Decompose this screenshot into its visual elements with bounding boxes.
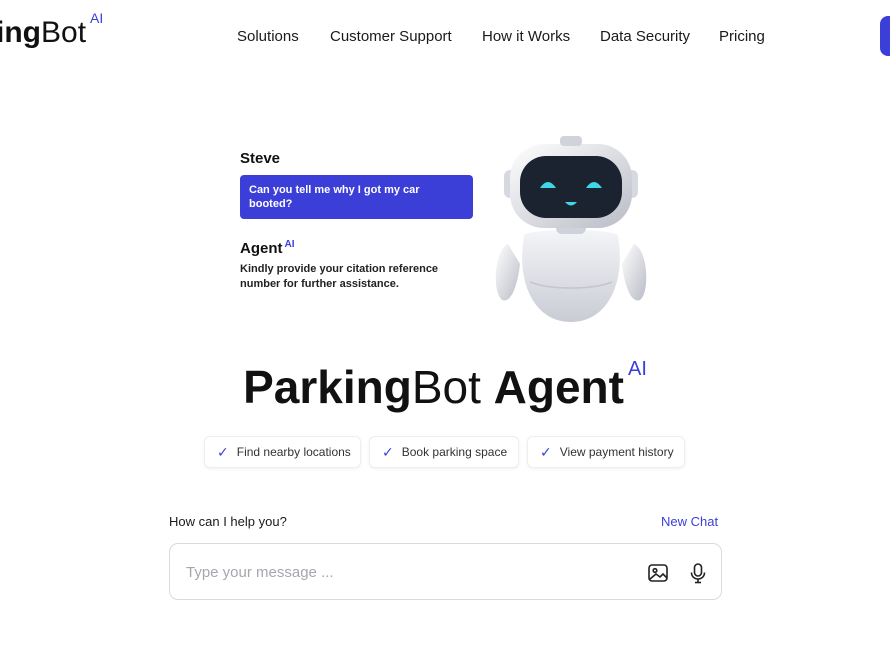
- site-header: ingBot AI Solutions Customer Support How …: [0, 0, 890, 74]
- nav-data-security[interactable]: Data Security: [600, 28, 690, 45]
- nav-pricing[interactable]: Pricing: [719, 28, 765, 45]
- hero-title: ParkingBot Agent AI: [0, 357, 890, 414]
- image-icon[interactable]: [646, 561, 670, 585]
- nav-customer-support[interactable]: Customer Support: [330, 28, 452, 45]
- message-input[interactable]: [186, 558, 626, 586]
- check-icon: ✓: [382, 443, 394, 460]
- agent-name-label: Agent: [240, 240, 283, 257]
- chat-preview: Steve Can you tell me why I got my car b…: [240, 150, 480, 292]
- header-cta-button[interactable]: [880, 16, 890, 56]
- logo-ai-badge: AI: [90, 10, 104, 26]
- nav-solutions[interactable]: Solutions: [237, 28, 299, 45]
- agent-ai-badge: AI: [284, 239, 295, 250]
- check-icon: ✓: [217, 443, 229, 460]
- feature-chip-label: View payment history: [559, 445, 674, 459]
- feature-chip-label: Find nearby locations: [236, 445, 351, 459]
- feature-chip-book-parking[interactable]: ✓ Book parking space: [369, 436, 519, 468]
- user-name: Steve: [240, 150, 281, 167]
- hero-ai-badge: AI: [627, 357, 647, 380]
- hero-title-bold: Parking: [243, 361, 412, 413]
- new-chat-link[interactable]: New Chat: [661, 514, 718, 529]
- message-composer: [169, 543, 722, 600]
- feature-chips: ✓ Find nearby locations ✓ Book parking s…: [0, 436, 890, 470]
- user-message-bubble: Can you tell me why I got my car booted?: [240, 175, 473, 219]
- feature-chip-find-locations[interactable]: ✓ Find nearby locations: [204, 436, 361, 468]
- microphone-icon[interactable]: [686, 561, 710, 585]
- main-nav: Solutions Customer Support How it Works …: [0, 28, 890, 48]
- feature-chip-label: Book parking space: [401, 445, 508, 459]
- check-icon: ✓: [540, 443, 552, 460]
- feature-chip-payment-history[interactable]: ✓ View payment history: [527, 436, 685, 468]
- robot-illustration: [495, 136, 647, 322]
- hero-title-light: Bot: [411, 361, 481, 413]
- nav-how-it-works[interactable]: How it Works: [482, 28, 570, 45]
- composer-prompt: How can I help you?: [169, 514, 287, 529]
- agent-name: Agent AI: [240, 239, 480, 257]
- agent-message: Kindly provide your citation reference n…: [240, 263, 439, 290]
- hero-title-agent: Agent: [493, 361, 624, 413]
